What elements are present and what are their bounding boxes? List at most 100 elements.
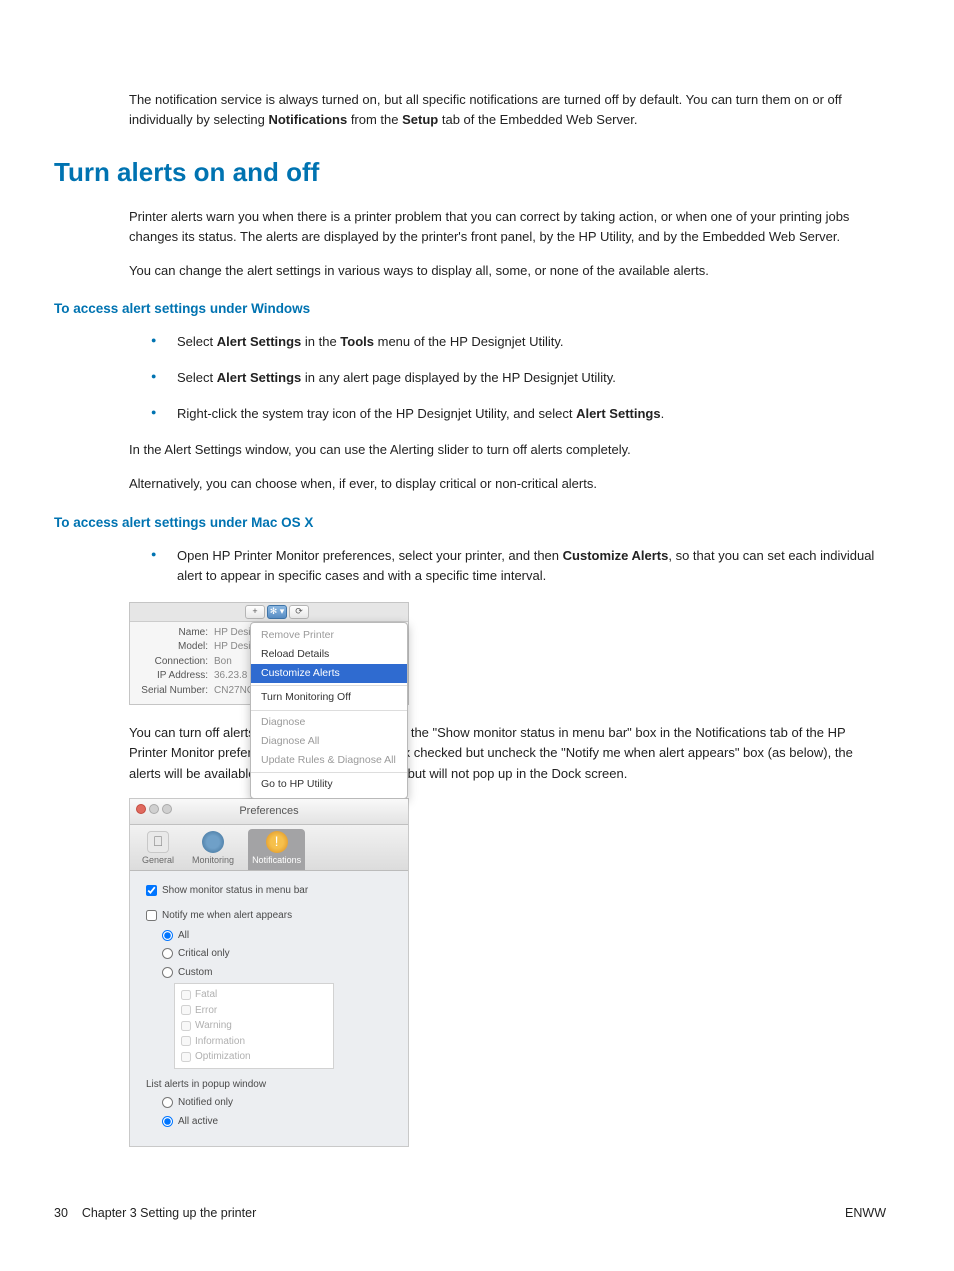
- custom-alert-levels-list: Fatal Error Warning Information Optimiza…: [174, 983, 334, 1069]
- list-alerts-radio-group: Notified only All active: [146, 1095, 392, 1129]
- radio-label: Notified only: [178, 1095, 233, 1111]
- radio-input[interactable]: [162, 930, 173, 941]
- radio-input[interactable]: [162, 948, 173, 959]
- info-labels: Name: Model: Connection: IP Address: Ser…: [136, 626, 214, 699]
- notify-radio-group: All Critical only Custom: [146, 928, 392, 981]
- tab-general[interactable]: ⎕ General: [138, 829, 178, 870]
- refresh-pill[interactable]: ⟳: [289, 605, 309, 619]
- plus-pill[interactable]: +: [245, 605, 265, 619]
- bold-customize-alerts: Customize Alerts: [563, 548, 669, 563]
- radio-input[interactable]: [162, 1116, 173, 1127]
- level-error[interactable]: Error: [175, 1003, 333, 1019]
- gear-pill[interactable]: ✻ ▾: [267, 605, 287, 619]
- bold-alert-settings: Alert Settings: [217, 334, 302, 349]
- level-information[interactable]: Information: [175, 1034, 333, 1050]
- menu-reload-details[interactable]: Reload Details: [251, 645, 407, 664]
- preferences-body: Show monitor status in menu bar Notify m…: [130, 871, 408, 1147]
- menu-diagnose-all[interactable]: Diagnose All: [251, 732, 407, 751]
- chk: [181, 1052, 191, 1062]
- label-serial-number: Serial Number:: [136, 684, 208, 699]
- radio-input[interactable]: [162, 1097, 173, 1108]
- label-model: Model:: [136, 640, 208, 655]
- menu-separator: [251, 772, 407, 773]
- notify-me-checkbox[interactable]: [146, 910, 157, 921]
- intro-end: tab of the Embedded Web Server.: [438, 112, 637, 127]
- mac-bullet-1: Open HP Printer Monitor preferences, sel…: [129, 546, 886, 586]
- label: Warning: [195, 1018, 232, 1034]
- screenshot-mac-dropdown: + ✻ ▾ ⟳ Name: Model: Connection: IP Addr…: [129, 602, 409, 706]
- general-icon: ⎕: [147, 831, 169, 853]
- section-title: Turn alerts on and off: [54, 152, 886, 192]
- label: Information: [195, 1034, 245, 1050]
- tab-notifications[interactable]: ! Notifications: [248, 829, 305, 870]
- para-alerts-warn: Printer alerts warn you when there is a …: [54, 207, 886, 247]
- tab-monitoring[interactable]: Monitoring: [188, 829, 238, 870]
- dropdown-menu: Remove Printer Reload Details Customize …: [250, 622, 408, 799]
- chk: [181, 1005, 191, 1015]
- checkbox-show-monitor-status[interactable]: Show monitor status in menu bar: [146, 883, 392, 899]
- label: Optimization: [195, 1049, 251, 1065]
- mac-bullet-list: Open HP Printer Monitor preferences, sel…: [129, 546, 886, 586]
- minimize-dot-icon[interactable]: [149, 804, 159, 814]
- menu-update-rules[interactable]: Update Rules & Diagnose All: [251, 751, 407, 770]
- text: Open HP Printer Monitor preferences, sel…: [177, 548, 563, 563]
- page-footer: 30 Chapter 3 Setting up the printer ENWW: [54, 1204, 886, 1223]
- zoom-dot-icon[interactable]: [162, 804, 172, 814]
- intro-paragraph: The notification service is always turne…: [54, 90, 886, 130]
- menu-go-to-hp-utility[interactable]: Go to HP Utility: [251, 775, 407, 794]
- bold-alert-settings: Alert Settings: [576, 406, 661, 421]
- level-fatal[interactable]: Fatal: [175, 987, 333, 1003]
- win-after-2: Alternatively, you can choose when, if e…: [129, 474, 886, 494]
- win-bullet-2: Select Alert Settings in any alert page …: [129, 368, 886, 388]
- radio-all-active[interactable]: All active: [162, 1114, 392, 1130]
- chk: [181, 1021, 191, 1031]
- radio-input[interactable]: [162, 967, 173, 978]
- win-bullet-1: Select Alert Settings in the Tools menu …: [129, 332, 886, 352]
- intro-bold-setup: Setup: [402, 112, 438, 127]
- menu-separator: [251, 710, 407, 711]
- label: Fatal: [195, 987, 217, 1003]
- radio-label: All active: [178, 1114, 218, 1130]
- checkbox-notify-me[interactable]: Notify me when alert appears: [146, 908, 392, 924]
- chk: [181, 1036, 191, 1046]
- close-dot-icon[interactable]: [136, 804, 146, 814]
- label: Error: [195, 1003, 217, 1019]
- footer-left: 30 Chapter 3 Setting up the printer: [54, 1204, 256, 1223]
- preferences-toolbar: ⎕ General Monitoring ! Notifications: [130, 825, 408, 871]
- radio-custom[interactable]: Custom: [162, 965, 392, 981]
- menu-turn-monitoring-off[interactable]: Turn Monitoring Off: [251, 688, 407, 707]
- traffic-lights: [136, 804, 172, 814]
- radio-label: Critical only: [178, 946, 230, 962]
- level-warning[interactable]: Warning: [175, 1018, 333, 1034]
- screenshot-preferences-window: Preferences ⎕ General Monitoring ! Notif…: [129, 798, 409, 1147]
- menu-diagnose[interactable]: Diagnose: [251, 713, 407, 732]
- subhead-windows: To access alert settings under Windows: [54, 299, 886, 320]
- show-monitor-checkbox[interactable]: [146, 885, 157, 896]
- label-name: Name:: [136, 626, 208, 641]
- level-optimization[interactable]: Optimization: [175, 1049, 333, 1065]
- text: Select: [177, 370, 217, 385]
- menu-customize-alerts[interactable]: Customize Alerts: [251, 664, 407, 683]
- checkbox-label: Notify me when alert appears: [162, 908, 292, 924]
- label-connection: Connection:: [136, 655, 208, 670]
- list-alerts-heading: List alerts in popup window: [146, 1077, 392, 1093]
- radio-all[interactable]: All: [162, 928, 392, 944]
- window-title: Preferences: [239, 805, 298, 817]
- printer-info-area: Name: Model: Connection: IP Address: Ser…: [130, 622, 408, 705]
- radio-critical-only[interactable]: Critical only: [162, 946, 392, 962]
- bold-tools: Tools: [340, 334, 374, 349]
- text: in any alert page displayed by the HP De…: [301, 370, 616, 385]
- toolbar-pills: + ✻ ▾ ⟳: [130, 603, 408, 622]
- text: .: [661, 406, 665, 421]
- tab-label: Notifications: [252, 855, 301, 865]
- radio-label: Custom: [178, 965, 212, 981]
- preferences-titlebar: Preferences: [130, 799, 408, 825]
- text: Right-click the system tray icon of the …: [177, 406, 576, 421]
- menu-remove-printer[interactable]: Remove Printer: [251, 626, 407, 645]
- para-change-settings: You can change the alert settings in var…: [54, 261, 886, 281]
- win-bullet-3: Right-click the system tray icon of the …: [129, 404, 886, 424]
- windows-bullet-list: Select Alert Settings in the Tools menu …: [129, 332, 886, 424]
- intro-mid: from the: [347, 112, 402, 127]
- radio-notified-only[interactable]: Notified only: [162, 1095, 392, 1111]
- label-ip-address: IP Address:: [136, 669, 208, 684]
